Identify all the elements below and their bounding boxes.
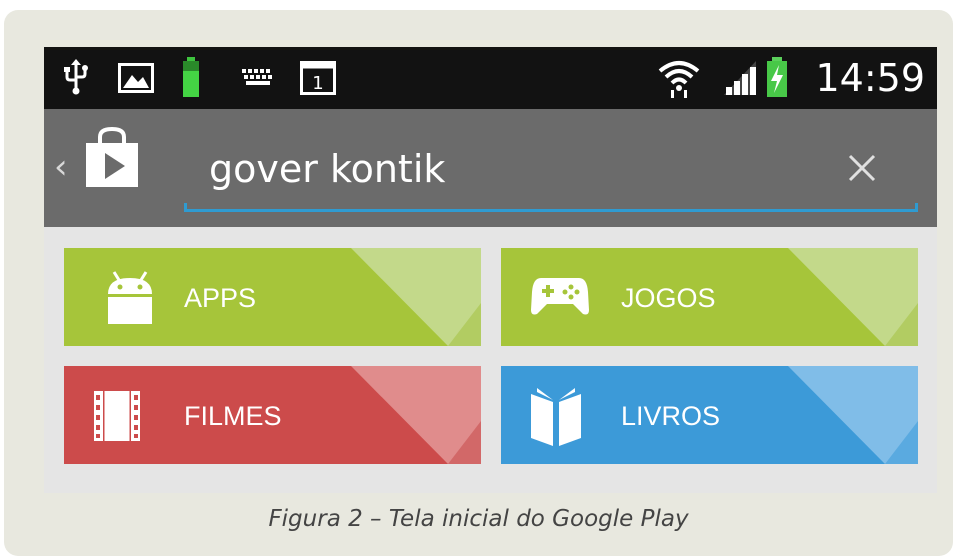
android-icon xyxy=(102,270,158,333)
tile-apps-label: APPS xyxy=(184,283,257,313)
play-store-icon[interactable] xyxy=(84,126,140,193)
wifi-icon xyxy=(658,57,700,103)
battery-icon xyxy=(766,57,788,101)
status-time: 14:59 xyxy=(815,56,925,100)
calendar-icon: 1 xyxy=(300,61,336,99)
calendar-day: 1 xyxy=(312,73,323,94)
tile-books[interactable]: LIVROS xyxy=(501,366,918,464)
tile-apps[interactable]: APPS xyxy=(64,248,481,346)
search-underline xyxy=(184,209,918,212)
search-underline-right-tick xyxy=(915,203,918,212)
tile-books-label: LIVROS xyxy=(621,401,721,431)
film-icon xyxy=(94,391,140,448)
book-icon xyxy=(531,388,581,453)
usb-icon xyxy=(64,59,88,99)
image-icon xyxy=(118,63,154,97)
search-input[interactable] xyxy=(209,145,769,193)
tile-decoration xyxy=(788,366,918,464)
phone-screen: 1 14:59 ‹ gover kontik APPS JOGOS FILMES… xyxy=(44,47,937,493)
figure-caption: Figura 2 – Tela inicial do Google Play xyxy=(268,506,689,532)
tile-decoration xyxy=(351,248,481,346)
clear-icon[interactable] xyxy=(847,153,877,187)
tile-decoration xyxy=(351,366,481,464)
tile-movies[interactable]: FILMES xyxy=(64,366,481,464)
status-bar: 1 14:59 xyxy=(44,47,937,109)
keyboard-icon xyxy=(240,67,276,93)
tile-games-label: JOGOS xyxy=(621,283,716,313)
tile-decoration xyxy=(788,248,918,346)
battery-charging-icon xyxy=(182,57,200,101)
tile-games[interactable]: JOGOS xyxy=(501,248,918,346)
gamepad-icon xyxy=(531,276,589,323)
search-underline-left-tick xyxy=(184,203,187,212)
figure-frame: 1 14:59 ‹ gover kontik APPS JOGOS FILMES… xyxy=(4,10,953,556)
signal-icon xyxy=(722,61,758,99)
search-action-bar: ‹ xyxy=(44,109,937,227)
back-chevron-icon[interactable]: ‹ xyxy=(54,149,68,185)
tile-movies-label: FILMES xyxy=(184,401,282,431)
